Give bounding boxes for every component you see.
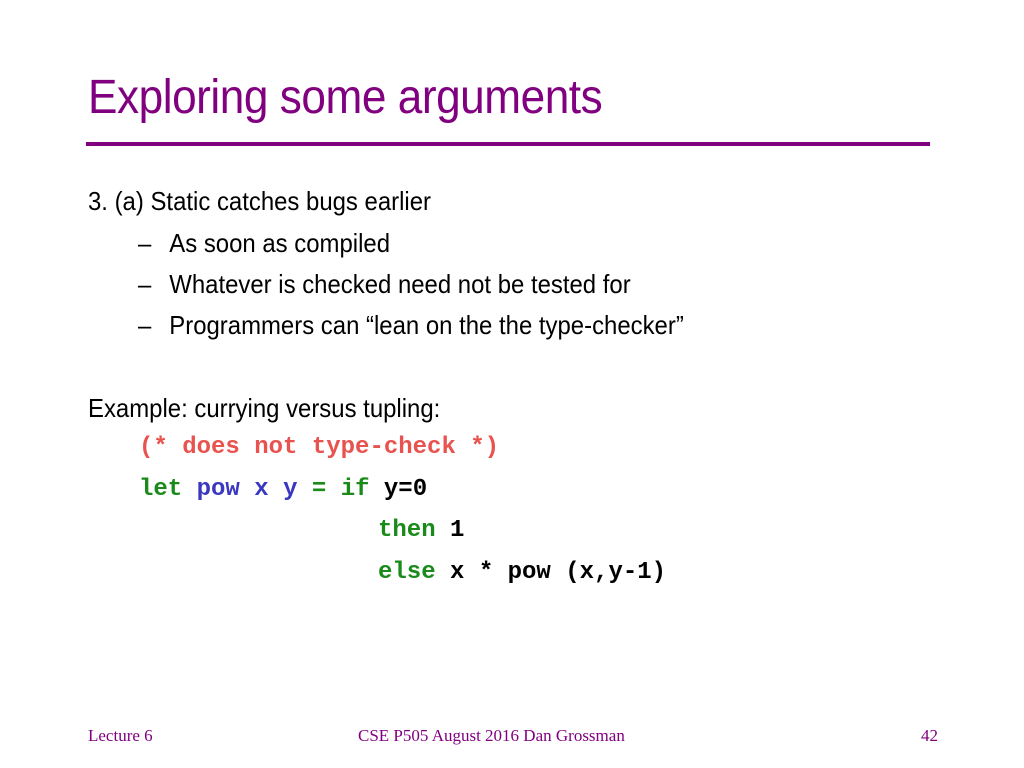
identifier-pow: pow — [196, 476, 240, 503]
code-line-1: let pow x y = if y=0 — [139, 476, 427, 503]
bullet-item: – Programmers can “lean on the the type-c… — [138, 310, 684, 341]
identifier-x: x — [254, 476, 269, 503]
page-number: 42 — [921, 726, 938, 745]
code-comment: (* does not type-check *) — [139, 434, 500, 461]
bullet-text: Whatever is checked need not be tested f… — [169, 269, 631, 299]
equals-sign: = — [311, 476, 327, 503]
keyword-let: let — [139, 476, 183, 503]
keyword-if: if — [340, 476, 370, 503]
slide-title: Exploring some arguments — [88, 71, 603, 124]
dash-icon: – — [138, 310, 152, 340]
footer-lecture: Lecture 6 — [88, 726, 153, 745]
bullet-text: As soon as compiled — [169, 228, 390, 258]
bullet-text: Programmers can “lean on the the type-ch… — [169, 310, 684, 340]
example-label: Example: currying versus tupling: — [88, 393, 441, 423]
code-line-2: then 1 — [378, 517, 464, 544]
title-divider — [86, 142, 930, 146]
condition: y=0 — [383, 476, 428, 503]
dash-icon: – — [138, 228, 152, 258]
bullet-item: – Whatever is checked need not be tested … — [138, 269, 631, 300]
dash-icon: – — [138, 269, 152, 299]
keyword-else: else — [378, 559, 436, 586]
code-line-3: else x * pow (x,y-1) — [378, 559, 666, 586]
else-expression: x * pow (x,y-1) — [450, 559, 667, 586]
keyword-then: then — [378, 517, 436, 544]
then-value: 1 — [450, 517, 465, 544]
identifier-y: y — [283, 476, 298, 503]
bullet-item: – As soon as compiled — [138, 228, 390, 259]
main-point: 3. (a) Static catches bugs earlier — [88, 186, 432, 216]
footer-course: CSE P505 August 2016 Dan Grossman — [358, 726, 625, 745]
